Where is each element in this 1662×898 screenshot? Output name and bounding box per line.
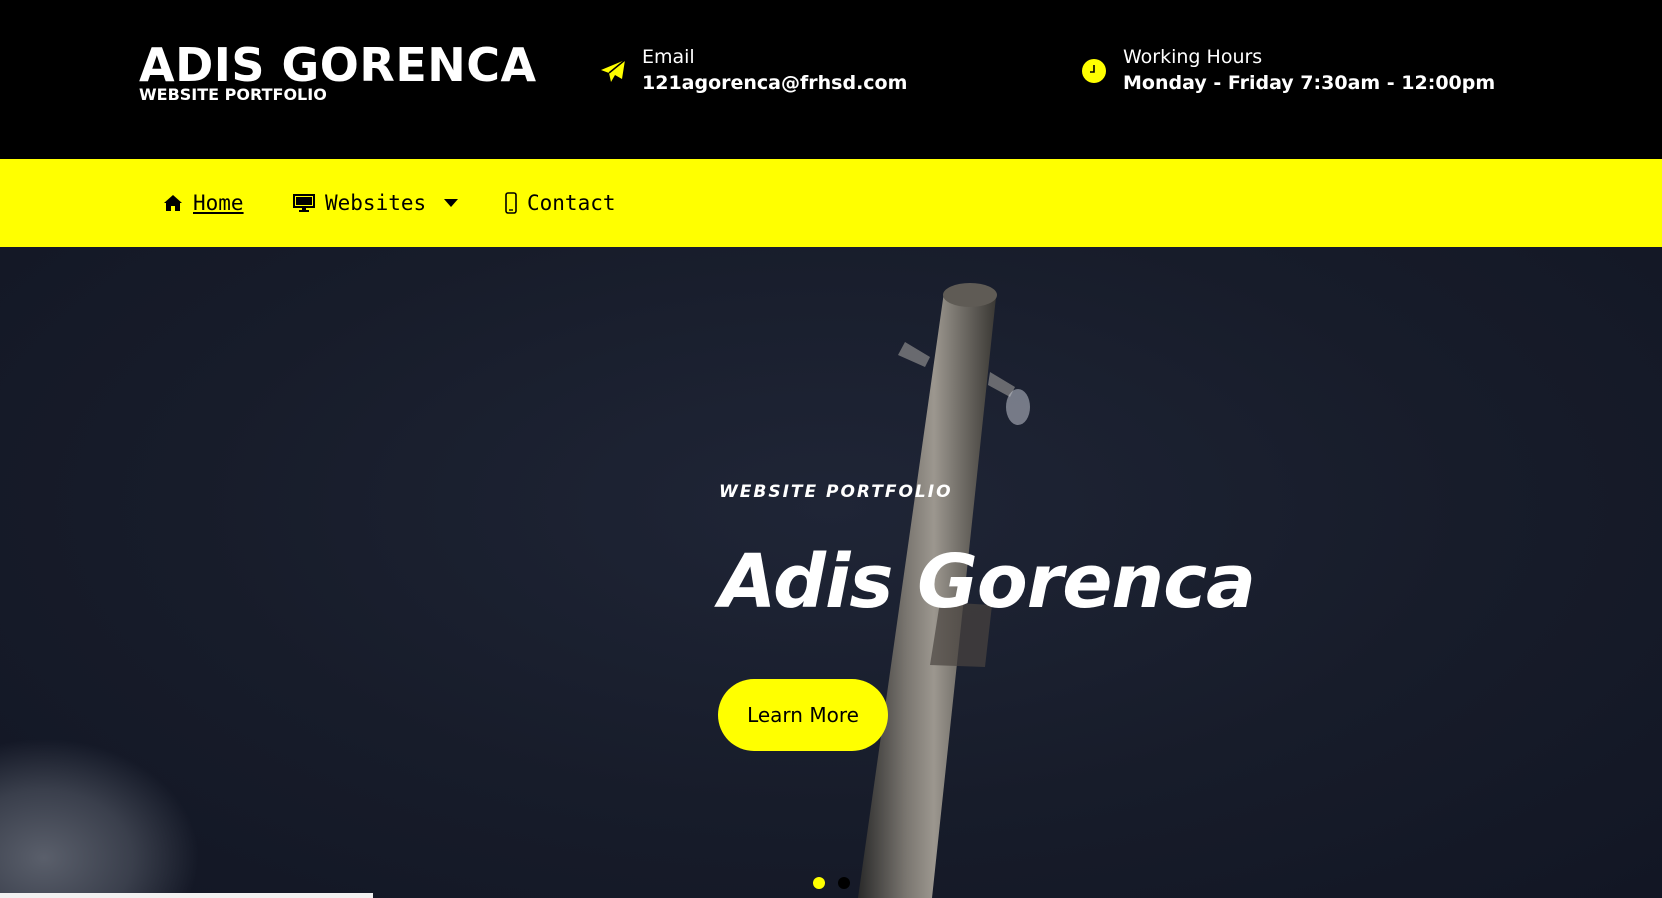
nav-contact[interactable]: Contact [505, 159, 616, 247]
monitor-icon [293, 194, 315, 212]
hero-kicker: WEBSITE PORTFOLIO [719, 482, 953, 502]
hero-carousel: WEBSITE PORTFOLIO Adis Gorenca Learn Mor… [0, 247, 1662, 898]
carousel-indicators [813, 877, 850, 889]
home-icon [164, 195, 182, 211]
learn-more-button[interactable]: Learn More [718, 679, 888, 751]
horizontal-scrollbar[interactable] [0, 893, 373, 898]
nav-websites-dropdown[interactable]: Websites [293, 159, 459, 247]
email-info: Email 121agorenca@frhsd.com [598, 44, 907, 96]
nav-home-label[interactable]: Home [193, 191, 244, 215]
clock-icon [1079, 56, 1109, 86]
hours-label: Working Hours [1123, 46, 1263, 68]
hours-value: Monday - Friday 7:30am - 12:00pm [1123, 72, 1496, 94]
carousel-dot-1[interactable] [813, 877, 825, 889]
chevron-down-icon[interactable] [444, 199, 459, 207]
brand-title[interactable]: ADIS GORENCA [139, 40, 537, 90]
main-navigation: Home Websites Contact [0, 159, 1662, 247]
paper-plane-icon [598, 56, 628, 86]
mobile-phone-icon [505, 192, 517, 214]
nav-home[interactable]: Home [163, 159, 244, 247]
brand[interactable]: ADIS GORENCA WEBSITE PORTFOLIO [139, 40, 537, 104]
top-header: ADIS GORENCA WEBSITE PORTFOLIO Email 121… [0, 0, 1662, 159]
carousel-dot-2[interactable] [838, 877, 850, 889]
nav-contact-label[interactable]: Contact [527, 191, 616, 215]
working-hours-info: Working Hours Monday - Friday 7:30am - 1… [1079, 44, 1495, 96]
hero-title: Adis Gorenca [719, 539, 1256, 625]
email-label: Email [642, 46, 695, 68]
nav-websites-label[interactable]: Websites [325, 191, 426, 215]
email-value[interactable]: 121agorenca@frhsd.com [642, 70, 907, 96]
